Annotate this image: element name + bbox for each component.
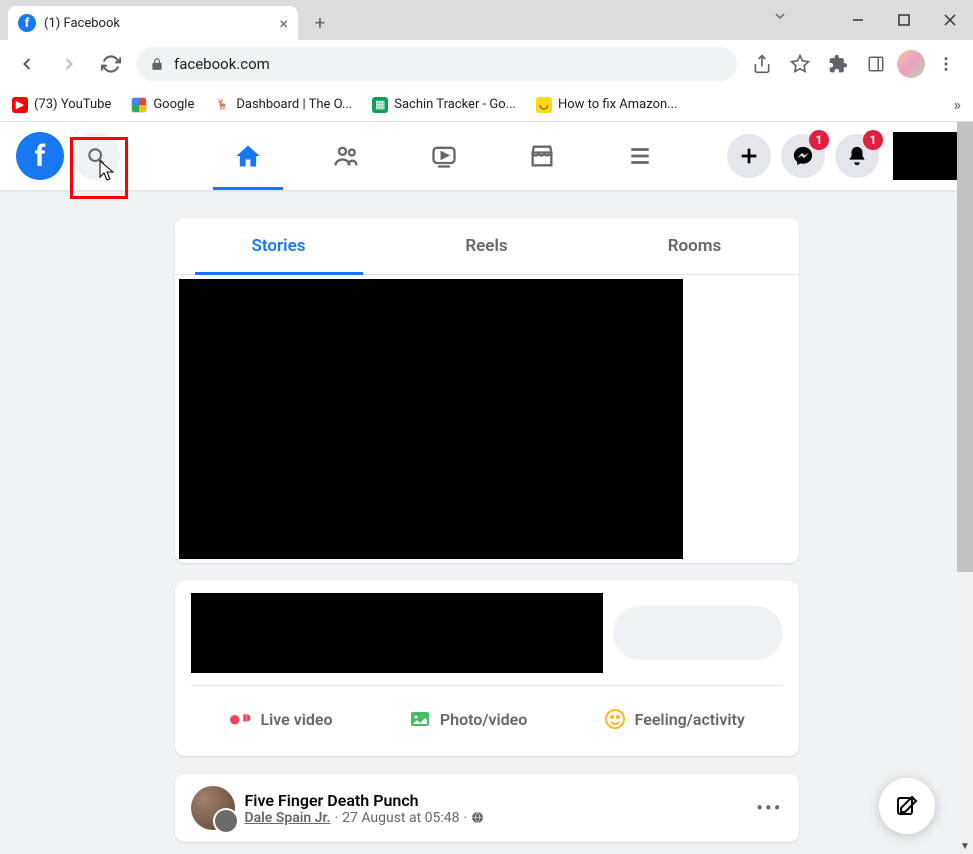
close-window-button[interactable] [927,0,973,40]
browser-titlebar: f (1) Facebook × + [0,0,973,40]
share-icon[interactable] [745,47,779,81]
plus-icon [738,145,760,167]
post-page-name[interactable]: Five Finger Death Punch [245,791,747,810]
scroll-down-arrow[interactable]: ▼ [957,838,973,854]
facebook-favicon: f [18,14,36,32]
stories-tray[interactable] [179,279,683,559]
composer-input[interactable] [613,606,783,660]
post-card: Five Finger Death Punch Dale Spain Jr. ·… [175,774,799,842]
nav-friends[interactable] [301,128,391,184]
bell-icon [846,145,868,167]
messenger-button[interactable]: 1 [781,134,825,178]
forward-button[interactable] [52,47,86,81]
bookmark-dashboard[interactable]: 🦌Dashboard | The O... [214,97,352,113]
back-button[interactable] [10,47,44,81]
facebook-nav [200,128,687,184]
account-button[interactable] [893,132,957,180]
bookmarks-bar: ▶(73) YouTube Google 🦌Dashboard | The O.… [0,88,973,122]
globe-icon [471,811,484,824]
address-bar: facebook.com [0,40,973,88]
tab-rooms[interactable]: Rooms [591,218,799,274]
tabs-dropdown-icon[interactable] [772,8,788,24]
bookmark-google[interactable]: Google [131,97,194,113]
bookmark-youtube[interactable]: ▶(73) YouTube [12,97,111,113]
tab-title: (1) Facebook [44,16,271,31]
friends-icon [332,142,360,170]
feed-content: Stories Reels Rooms ●⁍Live video Photo/v… [0,190,973,854]
menu-icon [627,143,653,169]
lock-icon [150,57,164,71]
create-button[interactable] [727,134,771,178]
reload-button[interactable] [94,47,128,81]
new-post-fab[interactable] [879,778,935,834]
video-icon: ●⁍ [228,706,252,732]
bookmarks-overflow-icon[interactable]: » [954,95,962,114]
nav-marketplace[interactable] [497,128,587,184]
post-timestamp[interactable]: 27 August at 05:48 [342,810,459,826]
live-video-button[interactable]: ●⁍Live video [216,698,344,740]
bookmark-amazon[interactable]: ◡How to fix Amazon... [536,97,678,113]
messenger-badge: 1 [809,130,829,150]
url-input[interactable]: facebook.com [136,47,737,81]
window-controls [835,0,973,40]
nav-menu[interactable] [595,128,685,184]
scrollbar-thumb[interactable] [957,122,973,572]
side-panel-icon[interactable] [859,47,893,81]
feed-tabs: Stories Reels Rooms [175,218,799,275]
messenger-icon [792,145,814,167]
watch-icon [430,142,458,170]
maximize-button[interactable] [881,0,927,40]
chrome-menu-icon[interactable] [929,47,963,81]
edit-icon [895,794,919,818]
composer-avatar[interactable] [191,593,603,673]
composer-card: ●⁍Live video Photo/video Feeling/activit… [175,581,799,756]
home-icon [234,142,262,170]
browser-tab[interactable]: f (1) Facebook × [8,6,298,40]
bookmark-sachin[interactable]: ▦Sachin Tracker - Go... [372,97,516,113]
photo-icon [408,707,432,731]
extensions-icon[interactable] [821,47,855,81]
smile-icon [603,707,627,731]
post-author[interactable]: Dale Spain Jr. [245,810,331,826]
facebook-logo[interactable]: f [16,132,64,180]
marketplace-icon [528,142,556,170]
close-tab-icon[interactable]: × [279,14,288,33]
stories-card: Stories Reels Rooms [175,218,799,563]
scrollbar[interactable]: ▼ [957,122,973,854]
url-text: facebook.com [174,55,270,73]
minimize-button[interactable] [835,0,881,40]
tab-stories[interactable]: Stories [175,218,383,274]
nav-home[interactable] [203,128,293,184]
notifications-button[interactable]: 1 [835,134,879,178]
nav-watch[interactable] [399,128,489,184]
highlight-box [70,137,128,199]
notifications-badge: 1 [863,130,883,150]
bookmark-star-icon[interactable] [783,47,817,81]
facebook-header: f 1 1 [0,122,973,190]
profile-avatar[interactable] [897,50,925,78]
tab-reels[interactable]: Reels [383,218,591,274]
photo-video-button[interactable]: Photo/video [396,698,539,740]
new-tab-button[interactable]: + [306,9,334,37]
post-avatar[interactable] [191,786,235,830]
feeling-button[interactable]: Feeling/activity [591,698,757,740]
post-menu-button[interactable]: ••• [756,796,782,820]
